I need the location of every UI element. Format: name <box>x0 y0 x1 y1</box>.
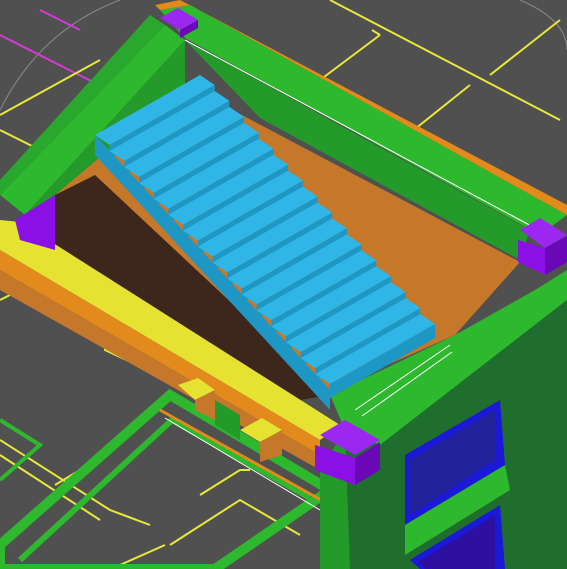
guide-arc-right <box>519 0 567 51</box>
magenta-line <box>39 9 81 31</box>
yellow-line <box>119 544 166 566</box>
3d-viewport[interactable] <box>0 0 567 569</box>
yellow-line <box>489 19 561 76</box>
magenta-line <box>0 34 106 89</box>
lower-frame-left <box>0 418 44 482</box>
yellow-line <box>199 469 250 496</box>
model-scene[interactable] <box>0 0 567 569</box>
yellow-line <box>371 29 381 36</box>
cap-side <box>518 240 545 275</box>
